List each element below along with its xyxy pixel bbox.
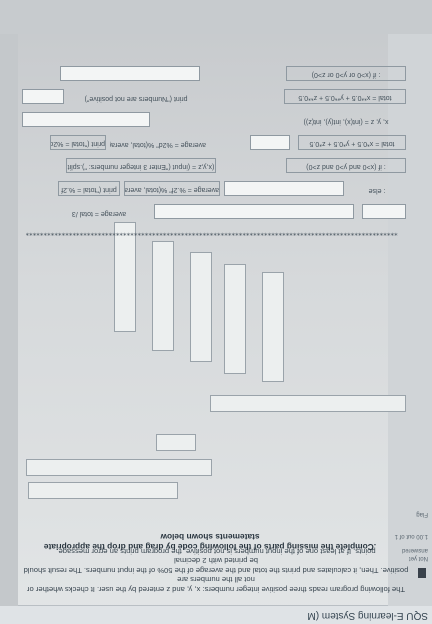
drop-zone-1[interactable] — [28, 482, 178, 499]
flag-icon[interactable] — [418, 568, 426, 578]
choice-slot-3[interactable] — [224, 181, 344, 196]
drag-statement-12[interactable]: total = x**0.5 + y**0.5 + z**0.5 — [284, 89, 406, 104]
separator-line: ****************************************… — [26, 229, 398, 237]
choice-slot-2[interactable] — [154, 204, 354, 219]
right-edge — [0, 0, 18, 606]
question-content: The following program reads three positi… — [18, 0, 410, 594]
drag-statement-6[interactable]: : if (x>0 and y>0 and z>0) — [286, 158, 406, 173]
question-line-2: positive. Then, it calculates and prints… — [23, 556, 409, 575]
drop-zone-2[interactable] — [26, 459, 212, 476]
statement-row-6: total = x**0.5 + y**0.5 + z**0.5 print (… — [22, 88, 406, 104]
statement-row-2: : else average = %.2f" %(total, average)… — [22, 180, 406, 196]
statement-row-7: : if (x>0 or y>0 or z>0) — [22, 65, 406, 81]
task-instruction: .Complete the missing parts of the follo… — [43, 532, 377, 552]
drop-zone-7[interactable] — [190, 252, 212, 362]
question-line-1: The following program reads three positi… — [26, 575, 406, 594]
choice-slot-1[interactable] — [362, 204, 406, 219]
statement-row-4: total = x*0.5 + y*0.5 + z*0.5 average = … — [22, 134, 406, 150]
statement-row-1: average = total /3 — [22, 203, 406, 219]
choice-slot-7[interactable] — [60, 66, 200, 81]
drag-statement-9[interactable]: total = x*0.5 + y*0.5 + z*0.5 — [298, 135, 406, 150]
question-text: The following program reads three positi… — [22, 546, 410, 594]
drop-zone-8[interactable] — [152, 241, 174, 351]
drag-statement-7[interactable]: print ("total = %2d — [50, 135, 106, 150]
drop-zone-6[interactable] — [224, 264, 246, 374]
drag-statement-2[interactable]: print ("total = %.2f — [58, 181, 120, 196]
drag-statement-5[interactable]: (x,y,z = (input ("Enter 3 integer number… — [66, 158, 216, 173]
quiz-page: SQU E-learning System (M Not yet answere… — [0, 0, 432, 624]
drop-zone-5[interactable] — [262, 272, 284, 382]
drag-statement-8[interactable]: average = %2d" %(total, average)) — [110, 135, 206, 150]
choice-slot-5[interactable] — [22, 112, 150, 127]
drag-statement-10[interactable]: x, y, z = (int(x), int(y), int(z)) — [286, 112, 406, 127]
top-bar: SQU E-learning System (M — [0, 605, 432, 624]
drop-zone-4[interactable] — [210, 395, 406, 412]
drag-statement-4[interactable]: : else — [348, 181, 406, 196]
bottom-bar — [0, 0, 432, 34]
statement-row-5: x, y, z = (int(x), int(y), int(z)) — [22, 111, 406, 127]
choice-slot-6[interactable] — [22, 89, 64, 104]
site-title: SQU E-learning System (M — [307, 610, 428, 621]
drop-zone-9[interactable] — [114, 222, 136, 332]
drag-statement-13[interactable]: : if (x>0 or y>0 or z>0) — [286, 66, 406, 81]
statement-row-3: : if (x>0 and y>0 and z>0) (x,y,z = (inp… — [22, 157, 406, 173]
drag-statement-11[interactable]: print ("Numbers are not positive") — [66, 89, 206, 104]
drag-statement-1[interactable]: average = total /3 — [24, 204, 174, 219]
choice-slot-4[interactable] — [250, 135, 290, 150]
drag-statement-3[interactable]: average = %.2f" %(total, average)) — [124, 181, 220, 196]
drop-zone-3[interactable] — [156, 434, 196, 451]
